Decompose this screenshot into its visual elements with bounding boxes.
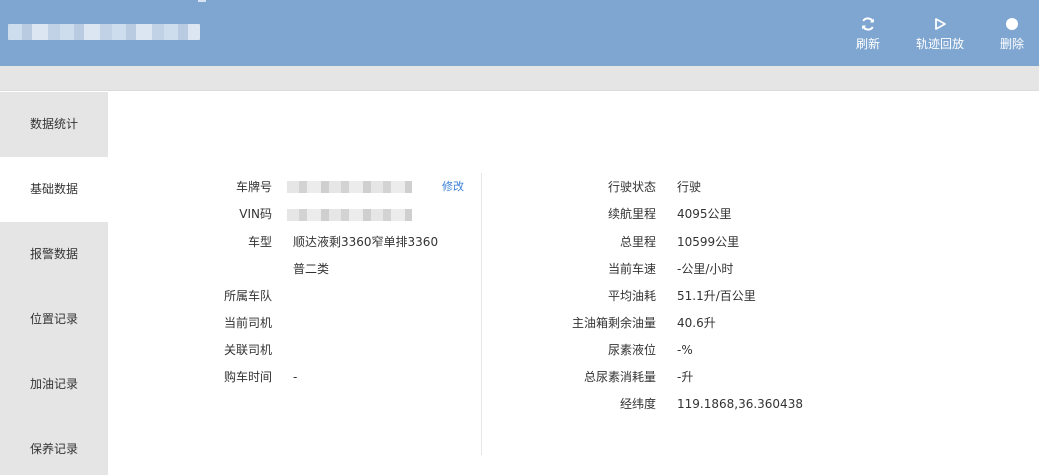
play-icon — [910, 12, 970, 34]
header-decoration — [198, 0, 206, 2]
main-tank-fuel-value: 40.6升 — [677, 316, 716, 330]
plate-value-redacted — [287, 181, 412, 193]
sidebar-item-refuel-records[interactable]: 加油记录 — [0, 352, 108, 417]
refresh-button[interactable]: 刷新 — [838, 12, 898, 60]
current-driver-label: 当前司机 — [223, 316, 272, 330]
track-playback-button[interactable]: 轨迹回放 — [910, 12, 970, 60]
driving-status-label: 行驶状态 — [607, 180, 656, 194]
total-mileage-value: 10599公里 — [677, 235, 740, 249]
delete-label: 删除 — [999, 37, 1024, 51]
sidebar-item-location-records[interactable]: 位置记录 — [0, 287, 108, 352]
track-playback-label: 轨迹回放 — [915, 37, 964, 51]
sidebar-item-maintenance-records[interactable]: 保养记录 — [0, 417, 108, 475]
coordinates-label: 经纬度 — [619, 397, 656, 411]
purchase-date-value: - — [293, 370, 298, 384]
redacted-title — [8, 24, 200, 40]
panel-divider — [481, 173, 482, 455]
driving-status-value: 行驶 — [677, 180, 702, 194]
fleet-label: 所属车队 — [223, 289, 272, 303]
total-mileage-label: 总里程 — [619, 235, 656, 249]
model-value-line2: 普二类 — [293, 262, 330, 276]
vin-label: VIN码 — [239, 207, 272, 221]
urea-level-value: -% — [677, 343, 693, 357]
range-label: 续航里程 — [607, 207, 656, 221]
sub-toolbar — [0, 66, 1039, 91]
app-header: 刷新 轨迹回放 删除 — [0, 0, 1039, 66]
delete-icon — [982, 12, 1039, 34]
avg-fuel-value: 51.1升/百公里 — [677, 289, 756, 303]
model-value-line1: 顺达液剩3360窄单排3360 — [293, 235, 439, 249]
current-speed-value: -公里/小时 — [677, 262, 734, 276]
sidebar-item-statistics[interactable]: 数据统计 — [0, 92, 108, 157]
sidebar: 数据统计 基础数据 报警数据 位置记录 加油记录 保养记录 — [0, 92, 108, 475]
urea-level-label: 尿素液位 — [607, 343, 656, 357]
total-urea-label: 总尿素消耗量 — [583, 370, 656, 384]
plate-label: 车牌号 — [235, 180, 272, 194]
coordinates-value: 119.1868,36.360438 — [677, 397, 803, 411]
delete-button[interactable]: 删除 — [982, 12, 1039, 60]
refresh-label: 刷新 — [855, 37, 880, 51]
range-value: 4095公里 — [677, 207, 732, 221]
main-content — [108, 92, 1039, 475]
edit-plate-link[interactable]: 修改 — [442, 179, 464, 195]
sidebar-item-basic-data[interactable]: 基础数据 — [0, 157, 108, 222]
total-urea-value: -升 — [677, 370, 694, 384]
refresh-icon — [838, 12, 898, 34]
vin-value-redacted — [287, 209, 412, 221]
sidebar-item-alarm-data[interactable]: 报警数据 — [0, 222, 108, 287]
main-tank-fuel-label: 主油箱剩余油量 — [571, 316, 656, 330]
model-label: 车型 — [247, 235, 272, 249]
current-speed-label: 当前车速 — [607, 262, 656, 276]
avg-fuel-label: 平均油耗 — [607, 289, 656, 303]
purchase-date-label: 购车时间 — [223, 370, 272, 384]
linked-driver-label: 关联司机 — [223, 343, 272, 357]
